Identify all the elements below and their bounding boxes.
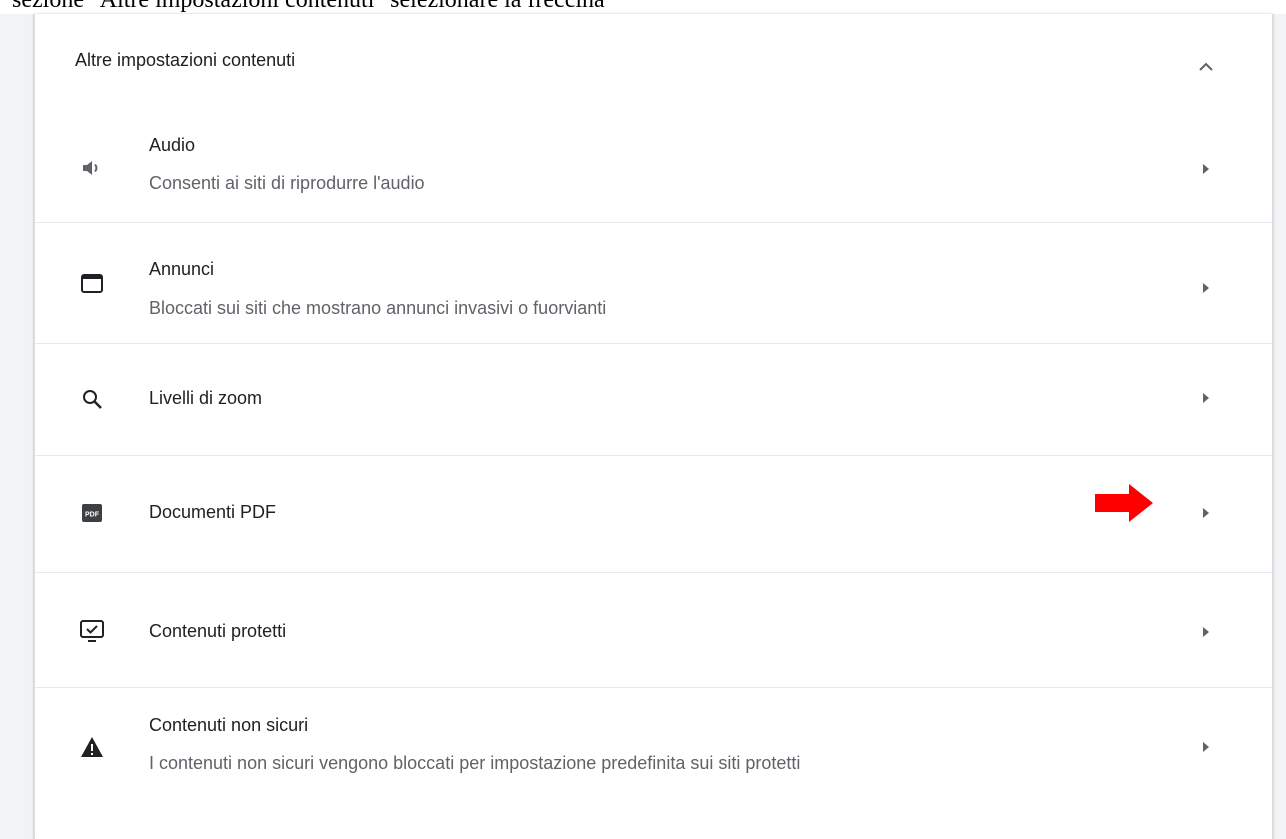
search-icon (75, 382, 109, 416)
volume-icon (75, 151, 109, 185)
row-protected-content[interactable]: Contenuti protetti (35, 572, 1272, 688)
row-insecure-content[interactable]: Contenuti non sicuri I contenuti non sic… (35, 687, 1272, 806)
pdf-icon-label: PDF (85, 512, 100, 519)
arrow-right-icon[interactable] (1193, 156, 1219, 182)
arrow-right-icon[interactable] (1193, 619, 1219, 645)
row-audio[interactable]: Audio Consenti ai siti di riprodurre l'a… (35, 114, 1272, 222)
row-annunci[interactable]: Annunci Bloccati sui siti che mostrano a… (35, 222, 1272, 344)
row-title: Documenti PDF (149, 502, 277, 522)
pdf-icon: PDF (75, 496, 109, 530)
row-subtitle: Consenti ai siti di riprodurre l'audio (149, 173, 425, 193)
row-title: Audio (149, 135, 196, 155)
right-background (1272, 14, 1286, 839)
row-pdf[interactable]: PDF Documenti PDF (35, 455, 1272, 573)
row-zoom[interactable]: Livelli di zoom (35, 343, 1272, 456)
left-background (0, 14, 34, 839)
content-settings-panel: Altre impostazioni contenuti Audio Conse… (34, 14, 1273, 839)
instruction-caption: sezione "Altre impostazioni contenuti" s… (12, 0, 605, 13)
row-title: Contenuti non sicuri (149, 715, 309, 735)
arrow-right-icon[interactable] (1193, 734, 1219, 760)
row-title: Annunci (149, 259, 215, 279)
section-header[interactable]: Altre impostazioni contenuti (35, 14, 1272, 114)
row-title: Livelli di zoom (149, 388, 263, 408)
ads-window-icon (75, 267, 109, 301)
red-arrow-icon (1095, 484, 1153, 522)
protected-content-icon (75, 614, 109, 648)
section-title: Altre impostazioni contenuti (75, 50, 296, 70)
arrow-right-icon[interactable] (1193, 500, 1219, 526)
row-subtitle: I contenuti non sicuri vengono bloccati … (149, 753, 801, 773)
row-subtitle: Bloccati sui siti che mostrano annunci i… (149, 298, 607, 318)
row-title: Contenuti protetti (149, 621, 287, 641)
warning-icon (75, 730, 109, 764)
arrow-right-icon[interactable] (1193, 385, 1219, 411)
arrow-right-icon[interactable] (1193, 275, 1219, 301)
chevron-up-icon[interactable] (1188, 49, 1224, 85)
